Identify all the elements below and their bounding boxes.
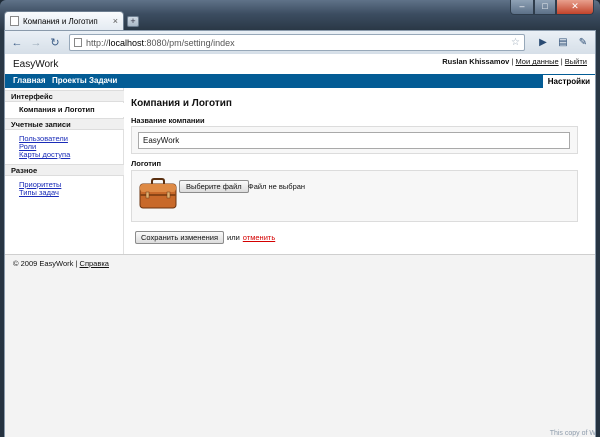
footer-text: © 2009 EasyWork | Справка [13,259,109,268]
user-bar: Ruslan Khissamov | Мои данные | Выйти [442,57,587,66]
company-name-label: Название компании [131,116,205,125]
sidebar-section-accounts: Учетные записи [5,118,124,130]
file-status-text: Файл не выбран [248,182,306,191]
site-header: EasyWork Ruslan Khissamov | Мои данные |… [5,54,595,74]
form-actions: Сохранить изменения или отменить [135,231,275,244]
url-path: :8080/pm/setting/index [144,37,235,48]
user-name: Ruslan Khissamov [442,57,510,66]
windows-watermark: This copy of W [549,430,596,437]
maximize-button[interactable]: □ [534,0,556,15]
company-name-input[interactable]: EasyWork [138,132,570,149]
window-controls: – □ ✕ [510,0,594,15]
separator: | [560,57,563,66]
new-tab-button[interactable]: + [127,16,139,27]
sidebar-section-interface: Интерфейс [5,90,124,102]
close-window-button[interactable]: ✕ [556,0,594,15]
settings-main: Компания и Логотип Название компании Eas… [131,88,586,254]
page-title: Компания и Логотип [131,98,232,109]
my-data-link[interactable]: Мои данные [515,57,558,66]
tab-close-icon[interactable]: × [113,16,118,26]
copyright-text: © 2009 EasyWork | [13,259,80,268]
sidebar-item-task-types[interactable]: Типы задач [19,188,59,197]
cancel-link[interactable]: отменить [243,233,275,242]
page-icon [74,38,82,47]
nav-settings[interactable]: Настройки [542,75,595,88]
sidebar-section-misc: Разное [5,164,124,176]
tab-title: Компания и Логотип [23,16,98,26]
page-content: EasyWork Ruslan Khissamov | Мои данные |… [5,54,595,254]
briefcase-logo-icon [139,178,177,209]
nav-projects[interactable]: Проекты [52,76,87,85]
site-brand: EasyWork [13,59,59,70]
choose-file-button[interactable]: Выберите файл [179,180,249,193]
browser-toolbar: ← → ↻ http://localhost:8080/pm/setting/i… [4,30,596,54]
address-bar[interactable]: http://localhost:8080/pm/setting/index ☆ [69,34,525,51]
site-footer: © 2009 EasyWork | Справка [5,254,595,270]
main-nav: Главная Проекты Задачи Настройки [5,74,595,88]
help-link[interactable]: Справка [80,259,109,268]
bookmark-star-icon[interactable]: ☆ [511,37,520,48]
logo-label: Логотип [131,159,162,168]
url-scheme: http:// [86,37,109,48]
go-icon[interactable]: ▶ [535,37,551,48]
logo-box: Выберите файл Файл не выбран [131,170,578,222]
url-host: localhost [108,37,145,48]
logout-link[interactable]: Выйти [565,57,587,66]
nav-tasks[interactable]: Задачи [89,76,117,85]
sidebar-item-access-maps[interactable]: Карты доступа [19,150,70,159]
back-button[interactable]: ← [9,35,25,51]
browser-window: Компания и Логотип × + – □ ✕ ← → ↻ http:… [0,0,600,437]
forward-button[interactable]: → [28,35,44,51]
page-viewport: EasyWork Ruslan Khissamov | Мои данные |… [4,54,596,437]
wrench-menu-icon[interactable]: ✎ [575,37,591,48]
company-name-box: EasyWork [131,126,578,154]
url-text[interactable]: http://localhost:8080/pm/setting/index [86,38,507,48]
reload-button[interactable]: ↻ [47,35,63,51]
save-changes-button[interactable]: Сохранить изменения [135,231,225,244]
page-favicon-icon [10,16,19,26]
or-text: или [227,233,240,242]
minimize-button[interactable]: – [510,0,534,15]
separator: | [511,57,514,66]
page-menu-icon[interactable]: ▤ [555,37,571,48]
browser-tab[interactable]: Компания и Логотип × [4,11,124,30]
nav-home[interactable]: Главная [13,76,46,85]
sidebar-item-company-logo[interactable]: Компания и Логотип [5,103,124,117]
settings-sidebar: Интерфейс Компания и Логотип Учетные зап… [5,88,124,254]
